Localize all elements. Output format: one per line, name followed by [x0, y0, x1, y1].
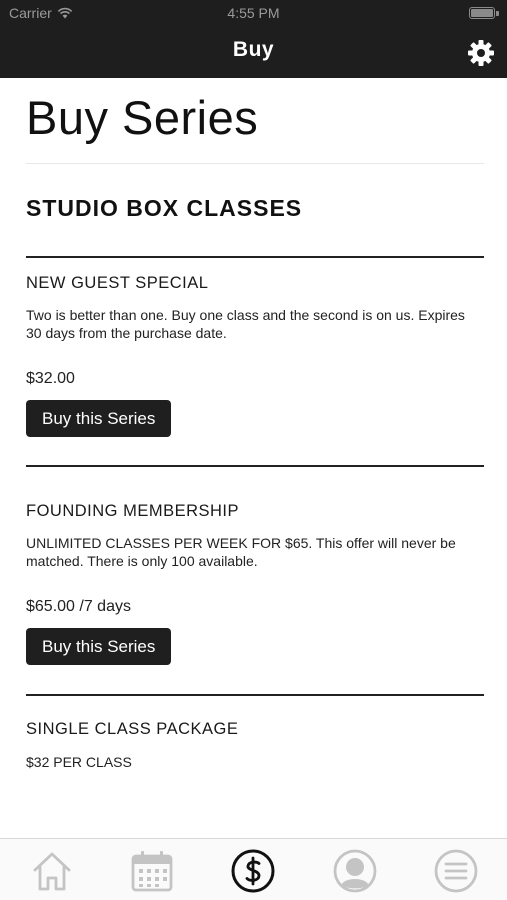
series-name: FOUNDING MEMBERSHIP	[26, 501, 240, 520]
series-item-new-guest-special: NEW GUEST SPECIAL Two is better than one…	[26, 256, 484, 437]
divider	[26, 694, 484, 696]
battery-icon	[469, 7, 499, 19]
series-item-founding-membership: FOUNDING MEMBERSHIP UNLIMITED CLASSES PE…	[26, 465, 484, 665]
series-description: Two is better than one. Buy one class an…	[26, 306, 465, 341]
status-time: 4:55 PM	[227, 5, 280, 21]
series-name: NEW GUEST SPECIAL	[26, 273, 209, 292]
page-title: Buy Series	[26, 91, 259, 144]
divider	[26, 256, 484, 258]
profile-icon[interactable]	[332, 848, 378, 894]
calendar-icon[interactable]	[129, 848, 175, 894]
buy-content[interactable]: Buy Series STUDIO BOX CLASSES NEW GUEST …	[0, 78, 507, 838]
buy-series-button[interactable]: Buy this Series	[26, 627, 172, 665]
navigation-bar: Carrier 4:55 PM Buy	[0, 0, 507, 78]
section-title: STUDIO BOX CLASSES	[26, 195, 303, 221]
divider	[26, 163, 484, 164]
status-bar: Carrier 4:55 PM	[0, 0, 507, 28]
buy-series-button[interactable]: Buy this Series	[26, 399, 172, 437]
tab-bar	[0, 838, 507, 900]
divider	[26, 465, 484, 467]
series-price: $32.00	[26, 369, 75, 387]
series-description: $32 PER CLASS	[26, 753, 132, 770]
series-description: UNLIMITED CLASSES PER WEEK FOR $65. This…	[26, 534, 456, 569]
dollar-icon[interactable]	[230, 848, 276, 894]
series-price: $65.00 /7 days	[26, 597, 131, 615]
nav-title: Buy	[232, 38, 275, 61]
series-name: SINGLE CLASS PACKAGE	[26, 719, 239, 738]
gear-icon[interactable]	[467, 39, 495, 67]
series-item-single-class-package: SINGLE CLASS PACKAGE $32 PER CLASS	[26, 694, 484, 771]
home-icon[interactable]	[29, 848, 75, 894]
menu-icon[interactable]	[433, 848, 479, 894]
